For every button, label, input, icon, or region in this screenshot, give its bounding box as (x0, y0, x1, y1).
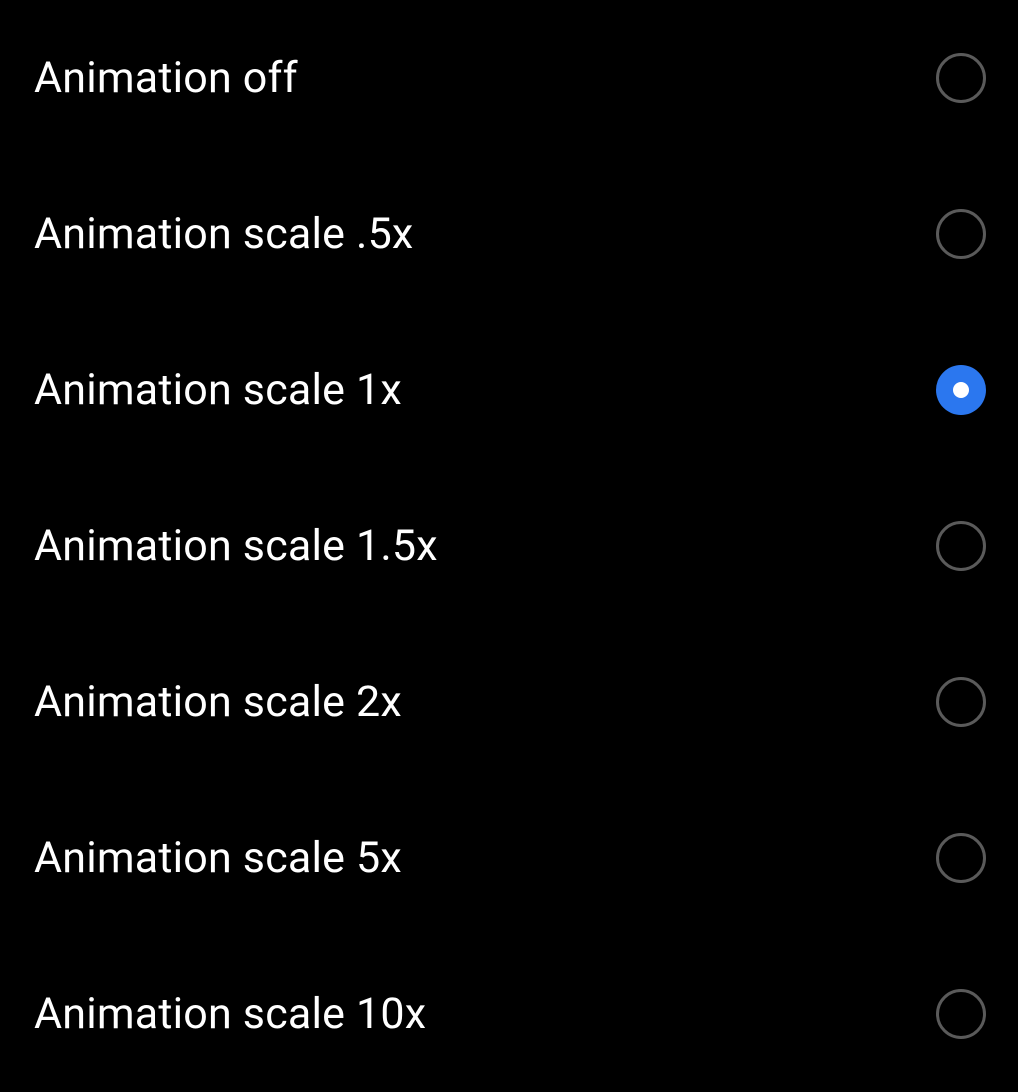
radio-icon (936, 677, 986, 727)
option-animation-scale-1-5x[interactable]: Animation scale 1.5x (0, 468, 1018, 624)
option-label: Animation scale 2x (34, 677, 402, 727)
option-animation-scale-10x[interactable]: Animation scale 10x (0, 936, 1018, 1092)
option-label: Animation off (34, 53, 298, 103)
radio-icon (936, 521, 986, 571)
option-animation-scale-1x[interactable]: Animation scale 1x (0, 312, 1018, 468)
option-animation-scale-5x[interactable]: Animation scale 5x (0, 780, 1018, 936)
option-label: Animation scale 1x (34, 365, 402, 415)
option-label: Animation scale .5x (34, 209, 413, 259)
radio-icon (936, 833, 986, 883)
animation-scale-options-list: Animation off Animation scale .5x Animat… (0, 0, 1018, 1092)
radio-icon (936, 989, 986, 1039)
option-animation-scale-2x[interactable]: Animation scale 2x (0, 624, 1018, 780)
option-animation-scale-0-5x[interactable]: Animation scale .5x (0, 156, 1018, 312)
radio-dot-icon (953, 382, 969, 398)
option-animation-off[interactable]: Animation off (0, 0, 1018, 156)
radio-icon (936, 53, 986, 103)
option-label: Animation scale 1.5x (34, 521, 438, 571)
option-label: Animation scale 10x (34, 989, 426, 1039)
option-label: Animation scale 5x (34, 833, 402, 883)
radio-icon (936, 209, 986, 259)
radio-selected-icon (936, 365, 986, 415)
